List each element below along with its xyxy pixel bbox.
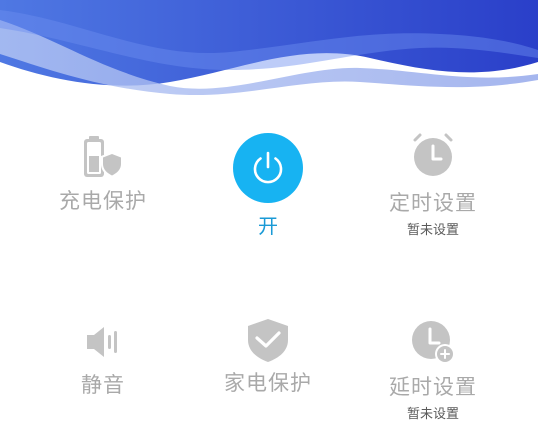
home-protect-label: 家电保护 (224, 371, 312, 395)
home-protect-tile[interactable]: 家电保护 (193, 316, 343, 396)
device-control-screen: 充电保护 开 定时设置 暂未设置 静音 家电保护 延时设置 暂未设置 (0, 0, 538, 440)
delay-setting-tile[interactable]: 延时设置 暂未设置 (358, 318, 508, 424)
mute-tile[interactable]: 静音 (28, 322, 178, 398)
delay-setting-label: 延时设置 (389, 375, 477, 399)
timer-status-text: 暂未设置 (406, 223, 459, 238)
shield-check-icon (248, 319, 288, 362)
power-state-label: 开 (258, 214, 278, 238)
header-wave-banner (0, 0, 538, 100)
speaker-icon (87, 327, 117, 357)
charge-protect-label: 充电保护 (59, 189, 147, 213)
timer-setting-tile[interactable]: 定时设置 暂未设置 (358, 132, 508, 240)
timer-setting-label: 定时设置 (389, 191, 477, 215)
battery-shield-icon (84, 136, 123, 178)
delay-status-text: 暂未设置 (406, 407, 459, 422)
alarm-clock-icon (413, 133, 453, 176)
mute-label: 静音 (81, 373, 125, 397)
clock-plus-icon (412, 321, 455, 364)
charge-protect-tile[interactable]: 充电保护 (28, 132, 178, 214)
power-icon (253, 151, 283, 184)
power-button[interactable] (233, 133, 303, 203)
power-tile: 开 (193, 133, 343, 239)
